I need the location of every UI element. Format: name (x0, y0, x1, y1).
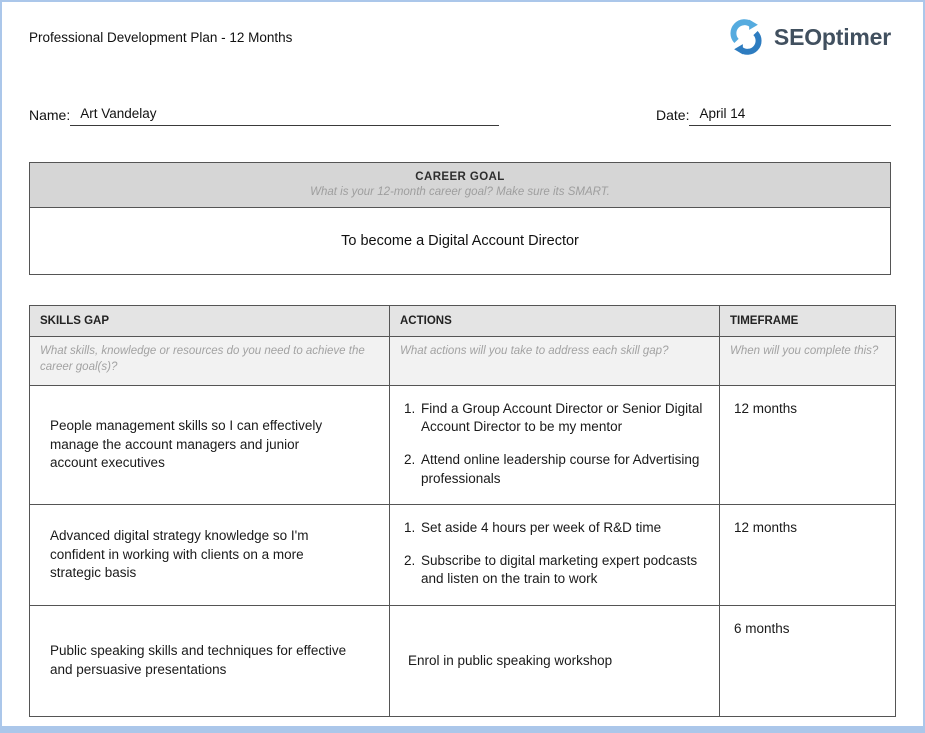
col-desc-timeframe: When will you complete this? (720, 337, 896, 386)
col-header-actions: ACTIONS (390, 306, 720, 337)
actions-list: Set aside 4 hours per week of R&D time S… (391, 519, 718, 589)
action-item: Subscribe to digital marketing expert po… (419, 552, 718, 588)
action-item: Find a Group Account Director or Senior … (419, 400, 718, 436)
col-desc-actions: What actions will you take to address ea… (390, 337, 720, 386)
action-item: Attend online leadership course for Adve… (419, 451, 718, 487)
timeframe-text: 12 months (720, 504, 896, 605)
plan-table: SKILLS GAP ACTIONS TIMEFRAME What skills… (29, 305, 896, 717)
document-page: Professional Development Plan - 12 Month… (0, 0, 925, 733)
actions-list: Find a Group Account Director or Senior … (391, 400, 718, 488)
document-title: Professional Development Plan - 12 Month… (29, 30, 292, 45)
brand-logo: SEOptimer (727, 18, 891, 56)
table-row: Public speaking skills and techniques fo… (30, 605, 896, 716)
actions-cell: Enrol in public speaking workshop (390, 605, 720, 716)
career-goal-value: To become a Digital Account Director (30, 208, 890, 274)
date-field: Date: April 14 (656, 106, 891, 126)
seoptimer-icon (727, 18, 765, 56)
table-description-row: What skills, knowledge or resources do y… (30, 337, 896, 386)
name-field: Name: Art Vandelay (29, 106, 499, 126)
brand-name: SEOptimer (774, 24, 891, 51)
col-header-skills-gap: SKILLS GAP (30, 306, 390, 337)
timeframe-text: 12 months (720, 386, 896, 505)
actions-cell: Set aside 4 hours per week of R&D time S… (390, 504, 720, 605)
name-value: Art Vandelay (70, 106, 499, 126)
fields-row: Name: Art Vandelay Date: April 14 (29, 106, 891, 126)
col-desc-skills-gap: What skills, knowledge or resources do y… (30, 337, 390, 386)
timeframe-text: 6 months (720, 605, 896, 716)
table-row: Advanced digital strategy knowledge so I… (30, 504, 896, 605)
table-row: People management skills so I can effect… (30, 386, 896, 505)
career-goal-subtitle: What is your 12-month career goal? Make … (30, 186, 890, 198)
actions-cell: Find a Group Account Director or Senior … (390, 386, 720, 505)
skills-gap-text: Public speaking skills and techniques fo… (30, 605, 390, 716)
table-header-row: SKILLS GAP ACTIONS TIMEFRAME (30, 306, 896, 337)
date-value: April 14 (689, 106, 891, 126)
skills-gap-text: People management skills so I can effect… (30, 386, 390, 505)
name-label: Name: (29, 107, 70, 126)
page-header: Professional Development Plan - 12 Month… (2, 2, 923, 56)
career-goal-header: CAREER GOAL What is your 12-month career… (30, 163, 890, 208)
career-goal-heading: CAREER GOAL (30, 171, 890, 183)
skills-gap-text: Advanced digital strategy knowledge so I… (30, 504, 390, 605)
date-label: Date: (656, 107, 689, 126)
action-item: Enrol in public speaking workshop (408, 653, 612, 668)
action-item: Set aside 4 hours per week of R&D time (419, 519, 718, 537)
col-header-timeframe: TIMEFRAME (720, 306, 896, 337)
career-goal-section: CAREER GOAL What is your 12-month career… (29, 162, 891, 275)
